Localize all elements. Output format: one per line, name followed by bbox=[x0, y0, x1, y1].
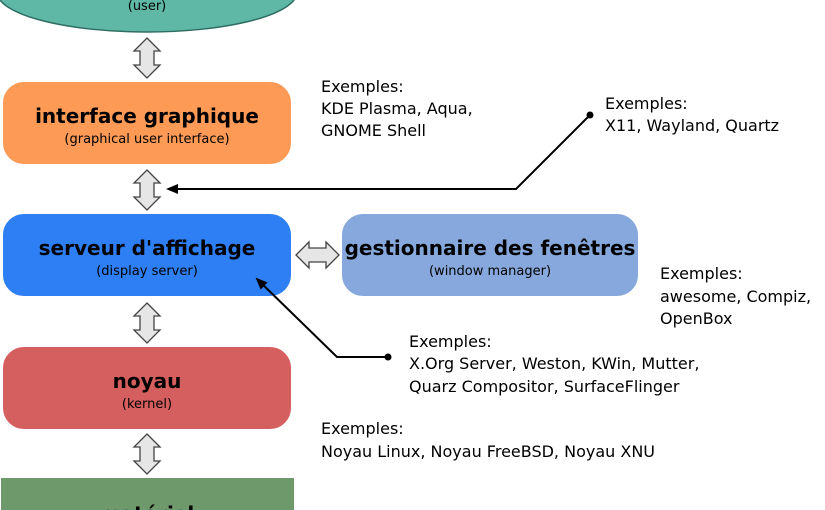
gui-title: interface graphique bbox=[35, 104, 259, 128]
gui-examples-heading: Exemples: bbox=[321, 77, 404, 96]
display-server-subtitle: (display server) bbox=[96, 264, 198, 279]
user-subtitle: (user) bbox=[128, 0, 167, 14]
window-manager-examples-heading: Exemples: bbox=[660, 264, 743, 283]
hardware-title: matériel bbox=[100, 502, 195, 510]
double-arrow-icon bbox=[132, 169, 162, 211]
user-node: (user) bbox=[0, 0, 295, 33]
kernel-examples-heading: Exemples: bbox=[321, 419, 404, 438]
display-server-title: serveur d'affichage bbox=[39, 236, 256, 260]
protocols-examples: Exemples: X11, Wayland, Quartz bbox=[605, 94, 779, 135]
window-manager-subtitle: (window manager) bbox=[429, 264, 551, 279]
display-server-examples-heading: Exemples: bbox=[409, 332, 492, 351]
window-manager-node: gestionnaire des fenêtres (window manage… bbox=[340, 212, 640, 298]
kernel-subtitle: (kernel) bbox=[122, 397, 172, 412]
double-arrow-icon bbox=[295, 240, 340, 270]
double-arrow-icon bbox=[132, 37, 162, 79]
display-server-node: serveur d'affichage (display server) bbox=[1, 212, 293, 298]
display-server-examples-line2: Quarz Compositor, SurfaceFlinger bbox=[409, 377, 680, 396]
window-manager-examples-line1: awesome, Compiz, bbox=[660, 287, 811, 306]
protocols-examples-line1: X11, Wayland, Quartz bbox=[605, 116, 779, 135]
gui-node: interface graphique (graphical user inte… bbox=[1, 80, 293, 166]
window-manager-title: gestionnaire des fenêtres bbox=[345, 236, 636, 260]
kernel-title: noyau bbox=[113, 369, 182, 393]
protocols-examples-heading: Exemples: bbox=[605, 94, 688, 113]
gui-examples-line1: KDE Plasma, Aqua, bbox=[321, 99, 473, 118]
double-arrow-icon bbox=[132, 433, 162, 475]
kernel-examples: Exemples: Noyau Linux, Noyau FreeBSD, No… bbox=[321, 419, 655, 461]
window-manager-examples: Exemples: awesome, Compiz, OpenBox bbox=[660, 264, 811, 328]
display-server-examples-line1: X.Org Server, Weston, KWin, Mutter, bbox=[409, 354, 699, 373]
kernel-examples-line1: Noyau Linux, Noyau FreeBSD, Noyau XNU bbox=[321, 442, 655, 461]
window-manager-examples-line2: OpenBox bbox=[660, 309, 732, 328]
double-arrow-icon bbox=[132, 302, 162, 344]
gui-subtitle: (graphical user interface) bbox=[64, 132, 229, 147]
gui-examples-line2: GNOME Shell bbox=[321, 121, 426, 140]
kernel-node: noyau (kernel) bbox=[1, 345, 293, 431]
hardware-node: matériel bbox=[0, 476, 296, 510]
display-server-architecture-diagram: (user) interface graphique (graphical us… bbox=[0, 0, 811, 510]
display-server-examples: Exemples: X.Org Server, Weston, KWin, Mu… bbox=[409, 332, 699, 396]
gui-examples: Exemples: KDE Plasma, Aqua, GNOME Shell bbox=[321, 77, 473, 140]
